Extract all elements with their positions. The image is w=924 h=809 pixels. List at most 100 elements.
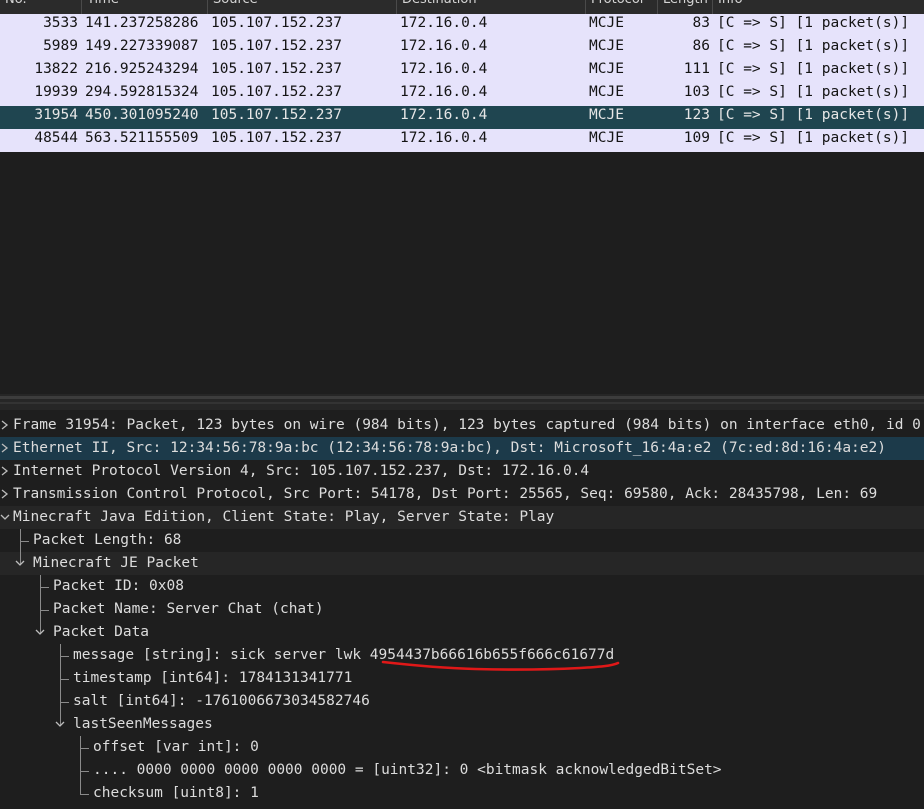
column-header-info[interactable]: Info	[713, 0, 924, 14]
tree-collapse-icon[interactable]	[0, 512, 10, 522]
packet-protocol: MCJE	[589, 130, 624, 146]
packet-length: 123	[683, 107, 710, 123]
tree-connector	[40, 587, 49, 588]
tree-item-label: Minecraft Java Edition, Client State: Pl…	[13, 509, 555, 525]
packet-destination: 172.16.0.4	[400, 61, 488, 77]
packet-destination: 172.16.0.4	[400, 107, 488, 123]
packet-source: 105.107.152.237	[211, 84, 342, 100]
tree-item-salt[interactable]: salt [int64]: -1761006673034582746	[0, 690, 924, 713]
packet-source: 105.107.152.237	[211, 61, 342, 77]
tree-item-checksum[interactable]: checksum [uint8]: 1	[0, 782, 924, 805]
tree-item-label: offset [var int]: 0	[93, 739, 259, 755]
packet-time: 149.227339087	[85, 38, 199, 54]
tree-item-je-packet[interactable]: Minecraft JE Packet	[0, 552, 924, 575]
column-header-protocol[interactable]: Protocol	[586, 0, 658, 14]
packet-source: 105.107.152.237	[211, 15, 342, 31]
packet-protocol: MCJE	[589, 84, 624, 100]
tree-connector	[80, 794, 89, 795]
packet-number: 31954	[34, 107, 78, 123]
packet-time: 216.925243294	[85, 61, 199, 77]
tree-item-label: Internet Protocol Version 4, Src: 105.10…	[13, 463, 590, 479]
packet-info: [C => S] [1 packet(s)]	[717, 61, 910, 77]
column-header-no[interactable]: No.	[0, 0, 82, 14]
packet-list[interactable]: No. Time Source Destination Protocol Len…	[0, 0, 924, 394]
tree-item-last-seen-messages[interactable]: lastSeenMessages	[0, 713, 924, 736]
packet-row[interactable]: 13822 216.925243294 105.107.152.237 172.…	[0, 60, 924, 83]
packet-source: 105.107.152.237	[211, 38, 342, 54]
packet-length: 109	[683, 130, 710, 146]
tree-connector	[80, 782, 81, 794]
packet-number: 13822	[34, 61, 78, 77]
packet-length: 103	[683, 84, 710, 100]
tree-connector	[60, 702, 69, 703]
packet-protocol: MCJE	[589, 38, 624, 54]
packet-number: 3533	[43, 15, 78, 31]
tree-collapse-icon[interactable]	[15, 558, 25, 568]
packet-info: [C => S] [1 packet(s)]	[717, 84, 910, 100]
tree-connector	[40, 610, 49, 611]
column-header-time[interactable]: Time	[82, 0, 208, 14]
tree-item-ethernet[interactable]: Ethernet II, Src: 12:34:56:78:9a:bc (12:…	[0, 437, 924, 460]
tree-item-acknowledged-bitset[interactable]: .... 0000 0000 0000 0000 0000 = [uint32]…	[0, 759, 924, 782]
packet-number: 48544	[34, 130, 78, 146]
packet-time: 141.237258286	[85, 15, 199, 31]
packet-time: 563.521155509	[85, 130, 199, 146]
column-header-length[interactable]: Length	[658, 0, 713, 14]
tree-connector	[80, 748, 89, 749]
tree-item-label: Packet ID: 0x08	[53, 578, 184, 594]
packet-number: 19939	[34, 84, 78, 100]
packet-info: [C => S] [1 packet(s)]	[717, 107, 910, 123]
tree-item-label: lastSeenMessages	[73, 716, 213, 732]
tree-item-minecraft[interactable]: Minecraft Java Edition, Client State: Pl…	[0, 506, 924, 529]
tree-expand-icon[interactable]	[0, 466, 10, 476]
tree-item-label: message [string]: sick server lwk 495443…	[73, 647, 615, 663]
tree-collapse-icon[interactable]	[35, 627, 45, 637]
tree-item-ip[interactable]: Internet Protocol Version 4, Src: 105.10…	[0, 460, 924, 483]
packet-protocol: MCJE	[589, 15, 624, 31]
tree-collapse-icon[interactable]	[55, 719, 65, 729]
packet-destination: 172.16.0.4	[400, 84, 488, 100]
packet-protocol: MCJE	[589, 107, 624, 123]
packet-list-header: No. Time Source Destination Protocol Len…	[0, 0, 924, 15]
tree-item-message[interactable]: message [string]: sick server lwk 495443…	[0, 644, 924, 667]
packet-row[interactable]: 19939 294.592815324 105.107.152.237 172.…	[0, 83, 924, 106]
tree-item-tcp[interactable]: Transmission Control Protocol, Src Port:…	[0, 483, 924, 506]
tree-item-offset[interactable]: offset [var int]: 0	[0, 736, 924, 759]
packet-info: [C => S] [1 packet(s)]	[717, 38, 910, 54]
tree-item-label: checksum [uint8]: 1	[93, 785, 259, 801]
tree-item-label: .... 0000 0000 0000 0000 0000 = [uint32]…	[93, 762, 722, 778]
packet-row[interactable]: 3533 141.237258286 105.107.152.237 172.1…	[0, 14, 924, 37]
column-header-source[interactable]: Source	[208, 0, 397, 14]
packet-time: 450.301095240	[85, 107, 199, 123]
packet-length: 86	[692, 38, 710, 54]
splitter-line	[0, 402, 924, 404]
packet-row[interactable]: 5989 149.227339087 105.107.152.237 172.1…	[0, 37, 924, 60]
tree-item-label: Transmission Control Protocol, Src Port:…	[13, 486, 878, 502]
tree-connector	[80, 771, 89, 772]
tree-item-packet-data[interactable]: Packet Data	[0, 621, 924, 644]
tree-item-label: salt [int64]: -1761006673034582746	[73, 693, 370, 709]
tree-item-label: Minecraft JE Packet	[33, 555, 199, 571]
packet-info: [C => S] [1 packet(s)]	[717, 15, 910, 31]
packet-length: 83	[692, 15, 710, 31]
tree-item-label: Packet Data	[53, 624, 150, 640]
column-header-destination[interactable]: Destination	[397, 0, 586, 14]
packet-row[interactable]: 48544 563.521155509 105.107.152.237 172.…	[0, 129, 924, 152]
packet-details-tree[interactable]: Frame 31954: Packet, 123 bytes on wire (…	[0, 414, 924, 809]
tree-item-timestamp[interactable]: timestamp [int64]: 1784131341771	[0, 667, 924, 690]
tree-expand-icon[interactable]	[0, 420, 10, 430]
tree-connector	[60, 656, 69, 657]
tree-expand-icon[interactable]	[0, 489, 10, 499]
tree-item-packet-length[interactable]: Packet Length: 68	[0, 529, 924, 552]
packet-source: 105.107.152.237	[211, 130, 342, 146]
packet-rows: 3533 141.237258286 105.107.152.237 172.1…	[0, 14, 924, 152]
tree-item-frame[interactable]: Frame 31954: Packet, 123 bytes on wire (…	[0, 414, 924, 437]
tree-item-label: timestamp [int64]: 1784131341771	[73, 670, 353, 686]
tree-expand-icon[interactable]	[0, 443, 10, 453]
packet-destination: 172.16.0.4	[400, 15, 488, 31]
packet-row-selected[interactable]: 31954 450.301095240 105.107.152.237 172.…	[0, 106, 924, 129]
pane-splitter[interactable]	[0, 394, 924, 410]
tree-item-packet-id[interactable]: Packet ID: 0x08	[0, 575, 924, 598]
tree-item-label: Frame 31954: Packet, 123 bytes on wire (…	[13, 417, 921, 433]
tree-item-packet-name[interactable]: Packet Name: Server Chat (chat)	[0, 598, 924, 621]
